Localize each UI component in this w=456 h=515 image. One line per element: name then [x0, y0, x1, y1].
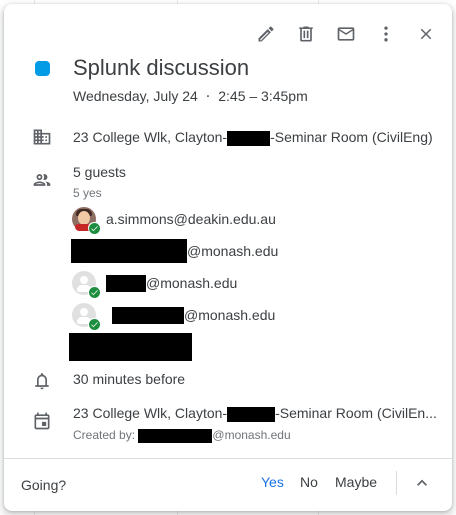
guest-email: @monash.edu [146, 275, 238, 291]
guest-item[interactable]: @monash.edu [71, 238, 278, 264]
reminder-text: 30 minutes before [73, 371, 186, 387]
redacted-block [227, 406, 276, 422]
calendar-icon [32, 411, 52, 431]
event-datetime: Wednesday, July 24 ⋅ 2:45 – 3:45pm [73, 86, 308, 106]
location-text: 23 College Wlk, Clayton- -Seminar Room (C… [73, 127, 433, 147]
location-prefix: 23 College Wlk, Clayton- [73, 129, 228, 145]
created-by-email: @monash.edu [212, 428, 291, 442]
location-suffix: -Seminar Room (CivilEng) [270, 129, 433, 145]
guest-item[interactable]: a.simmons@deakin.edu.au [72, 206, 276, 234]
event-title: Splunk discussion [73, 55, 250, 80]
guest-avatar [72, 271, 100, 298]
chevron-up-icon [417, 479, 427, 486]
redacted-block [112, 306, 184, 324]
more-options-button[interactable] [366, 14, 406, 54]
redacted-block [69, 333, 192, 361]
redacted-block [138, 428, 213, 443]
delete-button[interactable] [286, 14, 326, 54]
more-options-icon [384, 26, 388, 42]
accepted-check-icon [88, 318, 100, 330]
edit-icon [258, 26, 274, 42]
people-icon [32, 170, 52, 190]
calendar-location-prefix: 23 College Wlk, Clayton- [73, 405, 228, 421]
guest-email: @monash.edu [187, 243, 279, 259]
calendar-location-suffix: -Seminar Room (CivilEn... [275, 405, 437, 421]
expand-rsvp-button[interactable] [406, 467, 438, 499]
guest-item[interactable] [69, 333, 192, 361]
guest-email: @monash.edu [184, 307, 276, 323]
calendar-location: 23 College Wlk, Clayton- -Seminar Room (C… [73, 403, 437, 423]
delete-icon [299, 26, 313, 42]
rsvp-yes-button[interactable]: Yes [261, 474, 284, 490]
accepted-check-icon [88, 222, 100, 234]
guest-item[interactable]: @monash.edu [72, 270, 238, 298]
rsvp-maybe-button[interactable]: Maybe [335, 474, 377, 490]
close-button[interactable] [406, 14, 446, 54]
going-label: Going? [21, 477, 67, 493]
edit-button[interactable] [246, 14, 286, 54]
created-by-label: Created by: [73, 428, 136, 442]
guest-rsvp-summary: 5 yes [73, 186, 102, 200]
redacted-block [227, 130, 271, 146]
building-icon [32, 127, 52, 147]
guest-avatar [72, 303, 100, 330]
redacted-block [71, 239, 187, 263]
accepted-check-icon [88, 286, 100, 298]
event-time: 2:45 – 3:45pm [218, 88, 308, 104]
rsvp-no-button[interactable]: No [300, 474, 318, 490]
rsvp-footer: Going? Yes No Maybe [4, 458, 452, 511]
event-color-indicator [35, 61, 50, 76]
close-icon [420, 28, 432, 40]
popup-toolbar [246, 14, 446, 54]
footer-divider [396, 471, 397, 495]
guest-email: a.simmons@deakin.edu.au [106, 211, 276, 227]
email-icon [337, 27, 355, 41]
guest-item[interactable]: @monash.edu [72, 302, 276, 330]
datetime-separator: ⋅ [205, 88, 211, 104]
redacted-block [106, 274, 146, 292]
created-by: Created by: @monash.edu [73, 427, 291, 443]
guest-count: 5 guests [73, 164, 126, 180]
event-details-popup: Splunk discussion Wednesday, July 24 ⋅ 2:4… [4, 4, 452, 511]
event-date: Wednesday, July 24 [73, 88, 198, 104]
email-guests-button[interactable] [326, 14, 366, 54]
bell-icon [32, 371, 52, 391]
guest-avatar [72, 207, 100, 234]
